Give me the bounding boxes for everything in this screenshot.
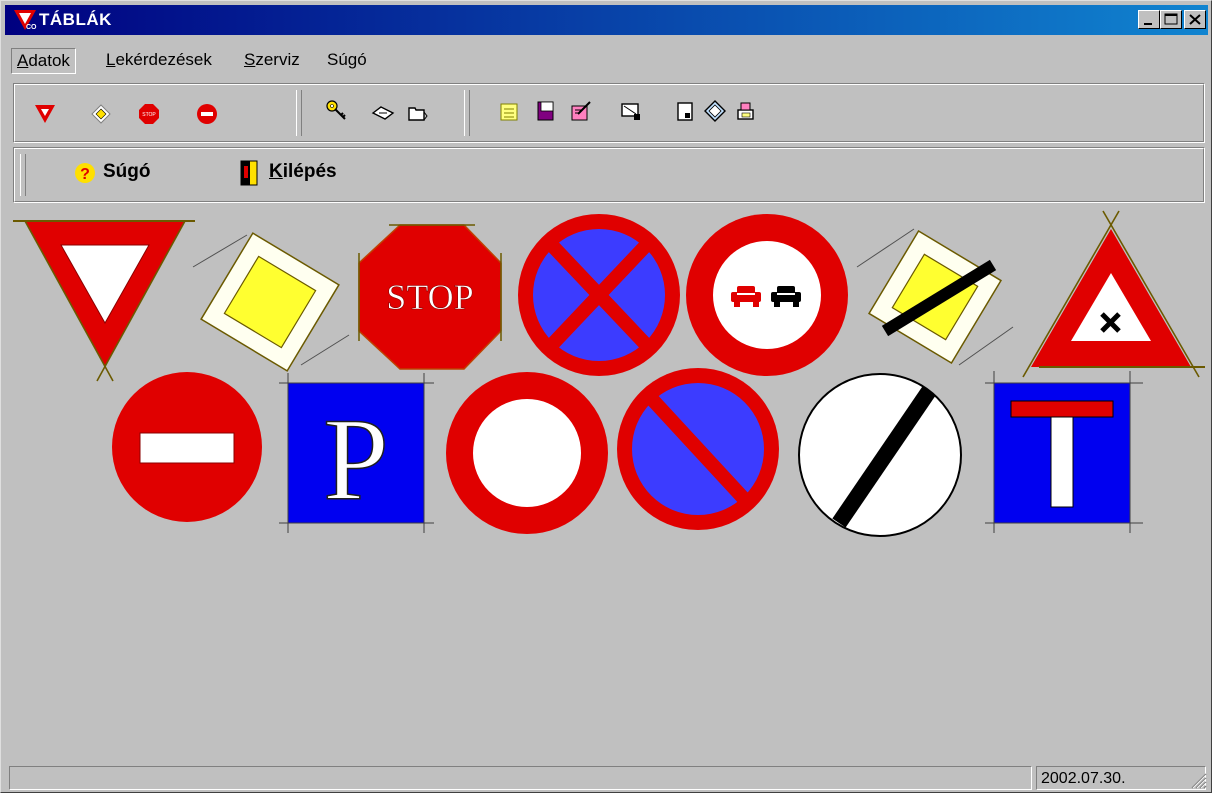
exit-command-label: Kilépés: [269, 161, 337, 182]
menu-sugo[interactable]: Súgó: [322, 48, 372, 72]
toolbar-separator: [464, 90, 470, 136]
window-title: TÁBLÁK: [39, 10, 112, 29]
printer-icon[interactable]: [732, 98, 758, 124]
menu-adatok[interactable]: Adatok: [11, 48, 76, 74]
svg-text:CO: CO: [26, 24, 37, 31]
maximize-icon: [1164, 13, 1178, 25]
close-icon: [1189, 14, 1201, 25]
eraser-icon[interactable]: [370, 100, 396, 126]
priority-road-sign[interactable]: [184, 216, 356, 388]
status-date: 2002.07.30.: [1041, 770, 1126, 787]
command-toolbar: [13, 147, 1205, 203]
notebook-icon[interactable]: [532, 98, 558, 124]
road-closed-sign[interactable]: [446, 372, 608, 534]
help-command-label: Súgó: [103, 161, 151, 182]
toolbar-separator: [296, 90, 302, 136]
minimize-button[interactable]: [1138, 10, 1160, 29]
stop-sign-icon[interactable]: STOP: [136, 101, 162, 127]
menu-bar: Adatok Lekérdezések Szerviz Súgó: [5, 45, 1208, 75]
help-icon: ?: [75, 163, 95, 183]
status-panel-date: 2002.07.30.: [1036, 766, 1206, 790]
tag-icon[interactable]: [702, 98, 728, 124]
icon-toolbar: STOP: [13, 83, 1205, 143]
title-bar[interactable]: CO TÁBLÁK: [5, 5, 1208, 35]
document-icon[interactable]: [672, 98, 698, 124]
search-doc-icon[interactable]: [618, 98, 644, 124]
maximize-button[interactable]: [1160, 10, 1182, 29]
exit-door-icon: [240, 160, 258, 186]
menu-szerviz[interactable]: Szerviz: [239, 48, 305, 72]
application-window: CO TÁBLÁK Adatok Lekérdezések Szerviz Sú…: [0, 0, 1212, 793]
parking-sign[interactable]: P: [279, 373, 434, 533]
no-stopping-sign[interactable]: [518, 214, 680, 376]
status-panel-main: [9, 766, 1032, 790]
end-of-restrictions-sign[interactable]: [798, 373, 962, 537]
yield-sign-icon[interactable]: [32, 101, 58, 127]
no-overtaking-sign[interactable]: [686, 214, 848, 376]
app-logo-icon: CO: [14, 10, 37, 31]
minimize-icon: [1144, 23, 1152, 25]
note-icon[interactable]: [496, 98, 522, 124]
close-button[interactable]: [1184, 10, 1206, 29]
parking-sign-letter: P: [323, 394, 389, 525]
edit-icon[interactable]: [568, 98, 594, 124]
stop-sign-text: STOP: [386, 277, 473, 317]
no-parking-sign[interactable]: [617, 368, 779, 530]
key-icon[interactable]: [324, 98, 350, 124]
svg-text:?: ?: [80, 166, 90, 183]
signs-canvas: STOP P: [13, 210, 1205, 537]
no-entry-sign[interactable]: [112, 372, 262, 522]
crossroads-warning-sign[interactable]: [1022, 210, 1205, 378]
resize-grip-icon[interactable]: [1187, 769, 1207, 789]
priority-road-icon[interactable]: [88, 101, 114, 127]
dead-end-sign[interactable]: [985, 371, 1143, 533]
yield-sign[interactable]: [13, 220, 195, 382]
end-of-priority-road-sign[interactable]: [853, 215, 1018, 380]
toolbar-grip: [20, 154, 26, 196]
menu-lekerdezesek[interactable]: Lekérdezések: [101, 48, 217, 72]
svg-text:STOP: STOP: [142, 112, 156, 118]
folder-icon[interactable]: [404, 100, 430, 126]
stop-sign[interactable]: STOP: [358, 224, 502, 370]
no-entry-icon[interactable]: [194, 101, 220, 127]
